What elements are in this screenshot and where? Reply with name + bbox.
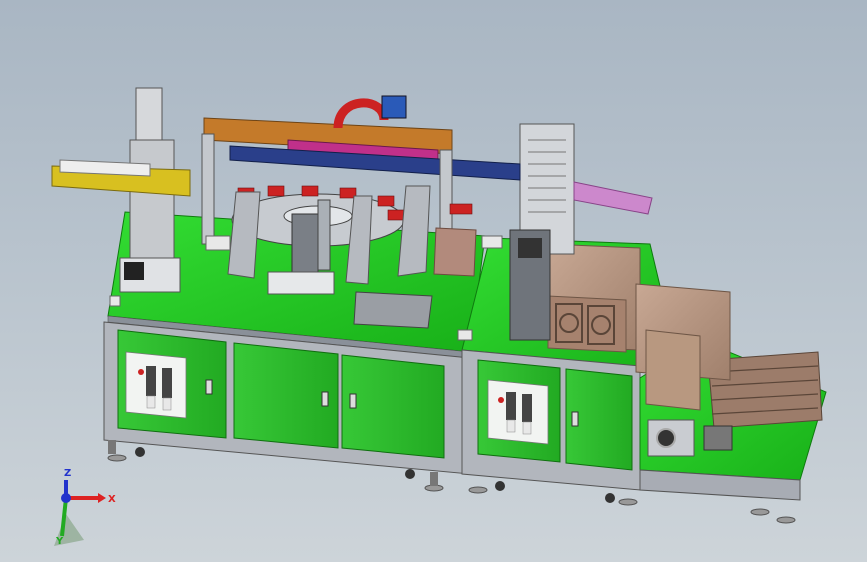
outfeed-feet [750, 508, 796, 524]
triad-z-label: Z [64, 468, 71, 479]
outfeed-block [703, 425, 733, 451]
door-handle-3[interactable] [349, 393, 357, 409]
left-support-wedge [227, 191, 261, 279]
left-cabinet-door-2[interactable] [341, 354, 445, 459]
white-block-1 [205, 235, 231, 251]
gantry-left-post [201, 133, 215, 245]
brown-station-block [433, 227, 477, 277]
right-filter-window [487, 379, 549, 445]
triad-origin [61, 493, 71, 503]
carton-box-lower [645, 329, 701, 411]
left-tower-black-block [124, 262, 144, 280]
triad-x-arrow [98, 493, 106, 503]
pink-arm [573, 181, 653, 215]
door-handle-1[interactable] [205, 379, 213, 395]
door-handle-4[interactable] [571, 411, 579, 427]
left-tower-plate [129, 139, 175, 261]
graphics-viewport[interactable]: X Y Z [0, 0, 867, 562]
door-handle-2[interactable] [321, 391, 329, 407]
base-plate-center [267, 271, 335, 295]
gantry-motor [381, 95, 407, 119]
orientation-triad[interactable]: X Y Z [44, 462, 124, 552]
center-press-column [317, 199, 331, 271]
motor-icon [656, 428, 676, 448]
triad-y-label: Y [55, 536, 64, 547]
white-block-4 [109, 295, 121, 307]
right-support-wedge [397, 185, 431, 277]
assembly-model[interactable] [0, 0, 867, 562]
cable-chain-red [333, 98, 389, 129]
triad-x-label: X [108, 494, 116, 505]
gray-control-box[interactable] [353, 291, 433, 329]
white-block-3 [457, 329, 473, 341]
tower-base [518, 238, 542, 258]
left-feeder-tower[interactable] [51, 87, 191, 293]
center-press [291, 213, 319, 275]
white-block-2 [481, 235, 503, 249]
